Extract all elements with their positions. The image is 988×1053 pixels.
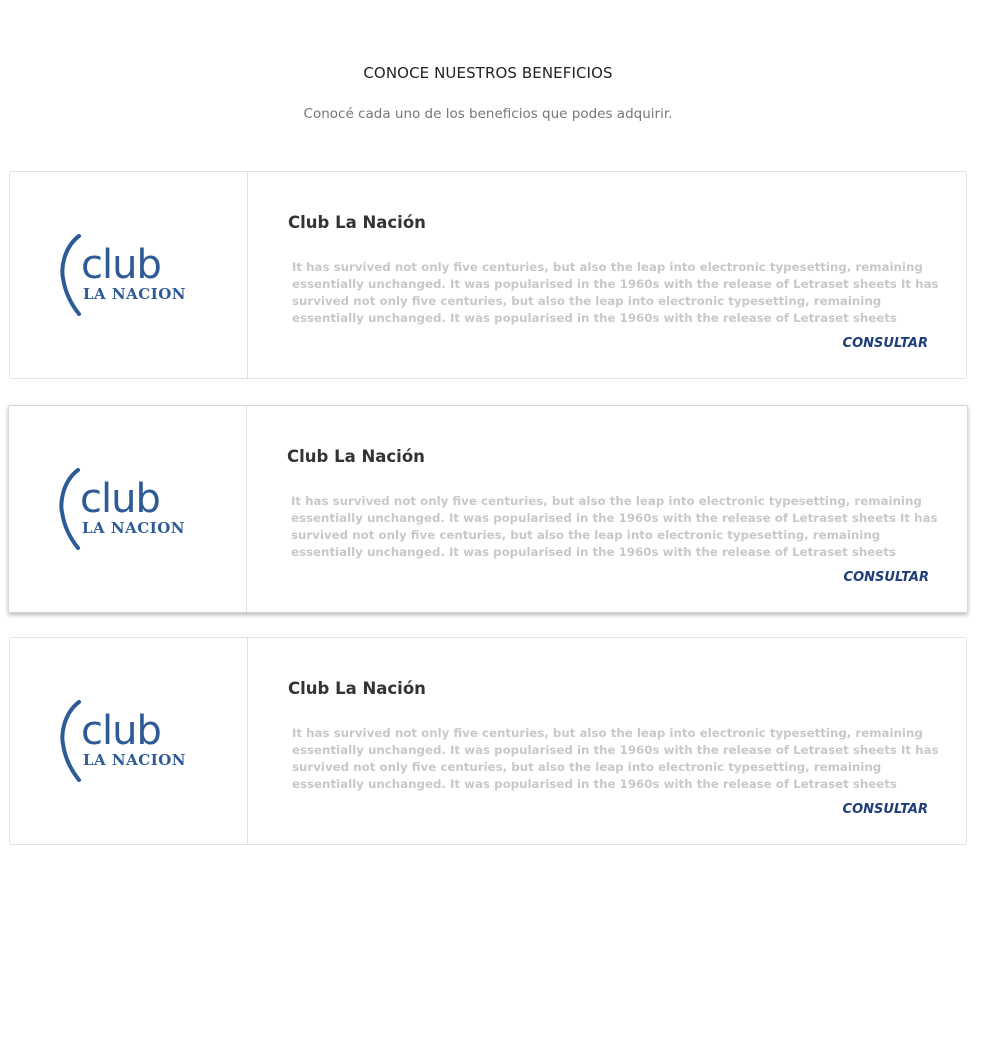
page-title: CONOCE NUESTROS BENEFICIOS — [363, 64, 613, 82]
benefit-title: Club La Nación — [287, 447, 425, 466]
benefit-card: club LA NACION Club La Nación It has sur… — [9, 637, 967, 845]
logo-word-top: club — [81, 242, 161, 288]
club-la-nacion-logo-icon: club LA NACION — [58, 468, 185, 550]
consultar-link[interactable]: CONSULTAR — [844, 570, 929, 585]
benefit-description: It has survived not only five centuries,… — [292, 260, 939, 325]
logo-word-bottom: LA NACION — [83, 285, 186, 303]
logo-word-bottom: LA NACION — [82, 519, 185, 537]
consultar-link[interactable]: CONSULTAR — [843, 336, 928, 351]
benefit-card: club LA NACION Club La Nación It has sur… — [8, 405, 968, 613]
benefit-logo[interactable]: club LA NACION — [10, 638, 248, 844]
benefit-body: Club La Nación It has survived not only … — [248, 638, 966, 844]
club-la-nacion-logo-icon: club LA NACION — [59, 700, 186, 782]
logo-word-bottom: LA NACION — [83, 751, 186, 769]
benefit-body: Club La Nación It has survived not only … — [247, 406, 967, 612]
page-subtitle: Conocé cada uno de los beneficios que po… — [303, 106, 673, 122]
benefit-title: Club La Nación — [288, 213, 426, 232]
benefit-body: Club La Nación It has survived not only … — [248, 172, 966, 378]
benefit-description: It has survived not only five centuries,… — [292, 726, 939, 791]
benefit-logo[interactable]: club LA NACION — [9, 406, 247, 612]
consultar-link[interactable]: CONSULTAR — [843, 802, 928, 817]
logo-word-top: club — [81, 708, 161, 754]
logo-word-top: club — [80, 476, 160, 522]
club-la-nacion-logo-icon: club LA NACION — [59, 234, 186, 316]
benefit-logo[interactable]: club LA NACION — [10, 172, 248, 378]
benefit-card: club LA NACION Club La Nación It has sur… — [9, 171, 967, 379]
benefit-title: Club La Nación — [288, 679, 426, 698]
benefit-description: It has survived not only five centuries,… — [291, 494, 938, 559]
